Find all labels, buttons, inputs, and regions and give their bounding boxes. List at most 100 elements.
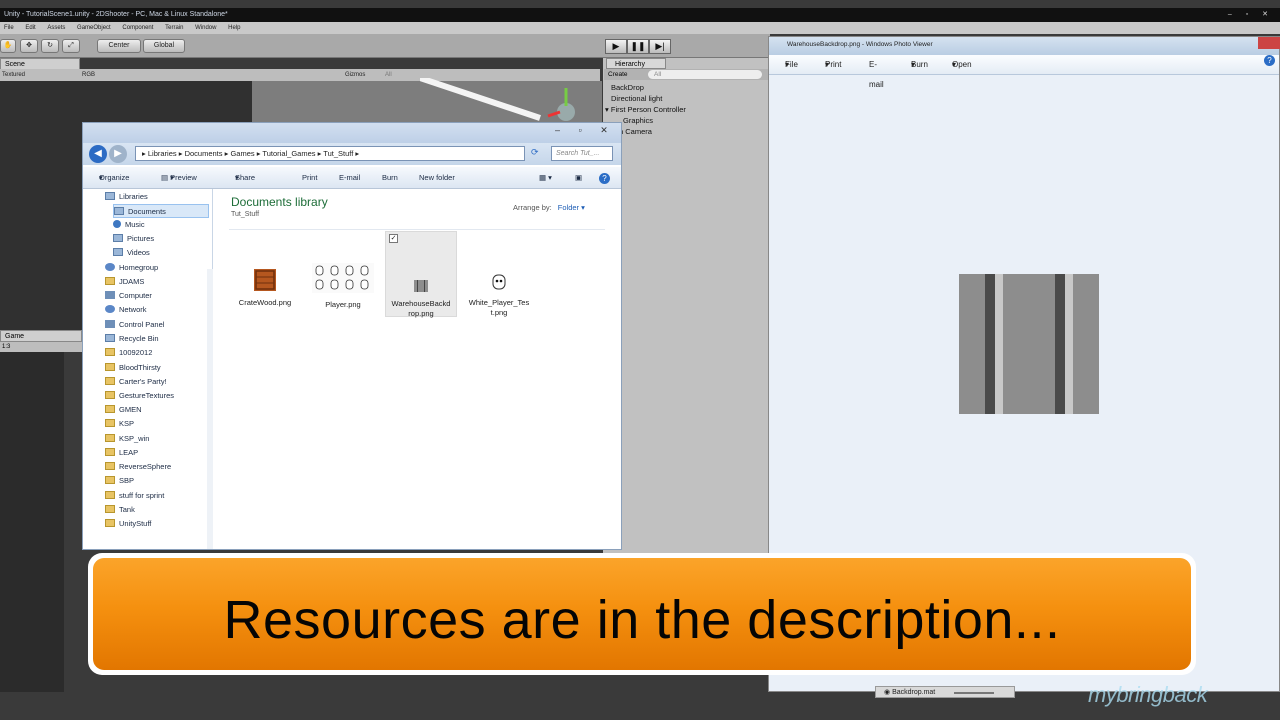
- hierarchy-item[interactable]: Directional light: [611, 93, 686, 104]
- menu-component[interactable]: Component: [122, 25, 153, 31]
- nav-control-panel[interactable]: Control Panel: [105, 318, 164, 332]
- nav-folder[interactable]: 10092012: [105, 346, 152, 360]
- menu-gameobject[interactable]: GameObject: [77, 25, 111, 31]
- control-panel-icon: [105, 320, 115, 328]
- file-item-selected[interactable]: ✓ WarehouseBackd rop.png: [385, 231, 457, 318]
- pivot-center-button[interactable]: Center: [97, 39, 141, 53]
- unity-title: Unity - TutorialScene1.unity - 2DShooter…: [4, 11, 228, 18]
- game-view: [0, 352, 64, 692]
- menu-window[interactable]: Window: [195, 25, 216, 31]
- file-name: CrateWood.png: [238, 298, 292, 307]
- scene-search-input[interactable]: All: [385, 69, 392, 81]
- nav-music[interactable]: Music: [113, 218, 145, 232]
- menu-file[interactable]: File: [4, 25, 14, 31]
- folder-icon: [105, 405, 115, 413]
- forward-icon[interactable]: ▶: [109, 145, 127, 163]
- refresh-icon[interactable]: ⟳: [531, 147, 539, 158]
- step-icon[interactable]: ▶|: [649, 39, 671, 54]
- arrange-by[interactable]: Arrange by: Folder ▾: [513, 203, 585, 212]
- nav-recycle-bin[interactable]: Recycle Bin: [105, 332, 159, 346]
- play-icon[interactable]: ▶: [605, 39, 627, 54]
- help-icon[interactable]: ?: [1264, 55, 1275, 66]
- new-folder-button[interactable]: New folder: [419, 167, 455, 189]
- photo-menu-open[interactable]: Open ▾: [952, 55, 972, 75]
- file-name: Player.png: [325, 300, 361, 309]
- checkbox-icon[interactable]: ✓: [389, 234, 398, 243]
- nav-videos[interactable]: Videos: [113, 246, 150, 260]
- nav-folder[interactable]: KSP: [105, 417, 134, 431]
- back-icon[interactable]: ◀: [89, 145, 107, 163]
- nav-folder[interactable]: UnityStuff: [105, 517, 151, 531]
- nav-network[interactable]: Network: [105, 303, 147, 317]
- hierarchy-item[interactable]: ▾ First Person Controller: [605, 104, 686, 115]
- tab-game[interactable]: Game: [0, 330, 82, 342]
- photo-viewer-title: WarehouseBackdrop.png - Windows Photo Vi…: [769, 37, 1279, 55]
- menu-terrain[interactable]: Terrain: [165, 25, 183, 31]
- library-icon: [113, 234, 123, 242]
- window-controls[interactable]: – ▫ ✕: [1228, 8, 1274, 22]
- nav-scrollbar[interactable]: [207, 269, 213, 549]
- nav-folder[interactable]: GMEN: [105, 403, 142, 417]
- close-icon[interactable]: [1258, 37, 1280, 49]
- photo-viewer-menu: File ▾ Print ▾ E-mail Burn ▾ Open ▾ ?: [769, 55, 1279, 89]
- library-icon: [114, 207, 124, 215]
- nav-pictures[interactable]: Pictures: [113, 232, 154, 246]
- views-icon[interactable]: ▦ ▾: [539, 167, 552, 189]
- hierarchy-item[interactable]: n Camera: [619, 126, 686, 137]
- pause-icon[interactable]: ❚❚: [627, 39, 649, 54]
- nav-folder[interactable]: Tank: [105, 503, 135, 517]
- game-aspect-dropdown[interactable]: 1:3: [0, 342, 82, 352]
- unity-title-bar: Unity - TutorialScene1.unity - 2DShooter…: [0, 8, 1280, 22]
- file-item[interactable]: White_Player_Tes t.png: [463, 273, 535, 318]
- breadcrumb[interactable]: ▸ Libraries ▸ Documents ▸ Games ▸ Tutori…: [135, 146, 525, 161]
- burn-button[interactable]: Burn: [382, 167, 398, 189]
- email-button[interactable]: E-mail: [339, 167, 360, 189]
- color-mode-dropdown[interactable]: RGB: [82, 69, 95, 81]
- menu-edit[interactable]: Edit: [25, 25, 35, 31]
- pivot-global-button[interactable]: Global: [143, 39, 185, 53]
- gizmos-dropdown[interactable]: Gizmos: [345, 69, 365, 81]
- nav-computer[interactable]: Computer: [105, 289, 152, 303]
- scale-tool-icon[interactable]: ⤢: [62, 39, 80, 53]
- nav-folder[interactable]: stuff for sprint: [105, 489, 164, 503]
- help-icon[interactable]: ?: [599, 173, 610, 184]
- search-input[interactable]: Search Tut_...: [551, 146, 613, 161]
- photo-menu-file[interactable]: File ▾: [785, 55, 798, 75]
- tab-hierarchy[interactable]: Hierarchy: [606, 58, 666, 69]
- menu-help[interactable]: Help: [228, 25, 240, 31]
- nav-folder[interactable]: GestureTextures: [105, 389, 174, 403]
- print-button[interactable]: Print: [302, 167, 317, 189]
- menu-assets[interactable]: Assets: [47, 25, 65, 31]
- preview-pane-icon[interactable]: ▣: [575, 167, 582, 189]
- hierarchy-create-button[interactable]: Create: [608, 69, 628, 80]
- hand-tool-icon[interactable]: ✋: [0, 39, 16, 53]
- photo-menu-burn[interactable]: Burn ▾: [911, 55, 928, 75]
- nav-documents[interactable]: Documents: [113, 204, 209, 218]
- hierarchy-item[interactable]: BackDrop: [611, 82, 686, 93]
- nav-folder[interactable]: ReverseSphere: [105, 460, 171, 474]
- photo-menu-print[interactable]: Print ▾: [825, 55, 841, 75]
- hierarchy-item[interactable]: Graphics: [623, 115, 686, 126]
- window-controls[interactable]: – ▫ ✕: [555, 125, 616, 136]
- hierarchy-search-input[interactable]: All: [648, 70, 762, 79]
- nav-jdams[interactable]: JDAMS: [105, 275, 144, 289]
- nav-folder[interactable]: SBP: [105, 474, 134, 488]
- nav-folder[interactable]: Carter's Party!: [105, 375, 167, 389]
- nav-folder[interactable]: LEAP: [105, 446, 138, 460]
- library-icon: [105, 192, 115, 200]
- player-sprites-thumbnail: [312, 263, 374, 293]
- render-mode-dropdown[interactable]: Textured: [2, 69, 25, 81]
- share-with-button[interactable]: Share with ▾: [235, 167, 255, 204]
- scene-gizmo[interactable]: [420, 78, 600, 128]
- move-tool-icon[interactable]: ✥: [20, 39, 38, 53]
- nav-folder[interactable]: BloodThirsty: [105, 361, 161, 375]
- zoom-slider[interactable]: [954, 692, 994, 694]
- nav-libraries[interactable]: Libraries: [105, 190, 148, 204]
- nav-folder[interactable]: KSP_win: [105, 432, 149, 446]
- preview-button[interactable]: ▤ Preview ▾: [161, 167, 197, 189]
- nav-homegroup[interactable]: Homegroup: [105, 261, 158, 275]
- file-item[interactable]: Player.png: [307, 263, 379, 310]
- rotate-tool-icon[interactable]: ↻: [41, 39, 59, 53]
- file-item[interactable]: CrateWood.png: [229, 269, 301, 308]
- organize-button[interactable]: Organize ▾: [99, 167, 129, 189]
